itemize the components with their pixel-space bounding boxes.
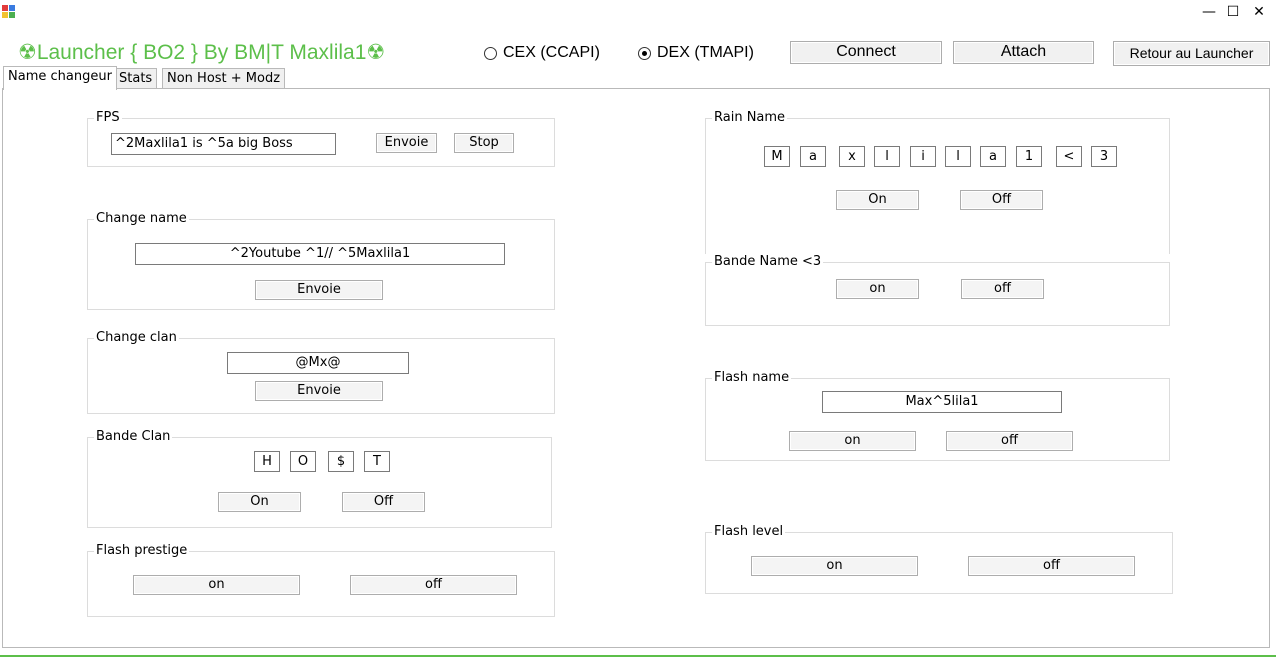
flash-prestige-on-button[interactable]: on (133, 575, 300, 595)
change-name-input[interactable]: ^2Youtube ^1// ^5Maxlila1 (135, 243, 505, 265)
flash-level-on-button[interactable]: on (751, 556, 918, 576)
bande-name-on-button[interactable]: on (836, 279, 919, 299)
app-title: ☢Launcher { BO2 } By BM|T Maxlila1☢ (18, 41, 386, 64)
flash-name-off-button[interactable]: off (946, 431, 1073, 451)
flash-level-title: Flash level (712, 524, 786, 539)
change-name-title: Change name (94, 211, 189, 226)
close-icon[interactable]: ✕ (1250, 4, 1268, 20)
flash-prestige-off-button[interactable]: off (350, 575, 517, 595)
app-icon (2, 5, 16, 19)
bande-clan-off-button[interactable]: Off (342, 492, 425, 512)
flash-name-input[interactable]: Max^5lila1 (822, 391, 1062, 413)
bande-name-group (705, 262, 1170, 326)
tab-stats[interactable]: Stats (114, 68, 158, 89)
rain-name-letter-7[interactable]: a (980, 146, 1006, 167)
radio-cex[interactable]: CEX (CCAPI) (484, 44, 600, 62)
fps-stop-button[interactable]: Stop (454, 133, 514, 153)
bande-clan-letter-3[interactable]: $ (328, 451, 354, 472)
rain-name-group (705, 118, 1170, 254)
radio-dex-indicator[interactable] (638, 46, 651, 60)
fps-title: FPS (94, 110, 122, 125)
rain-name-letter-3[interactable]: x (839, 146, 865, 167)
change-clan-group (87, 338, 555, 414)
minimize-icon[interactable]: — (1200, 4, 1218, 20)
bande-clan-group (87, 437, 552, 528)
rain-name-on-button[interactable]: On (836, 190, 919, 210)
tab-name-changeur[interactable]: Name changeur (3, 66, 117, 90)
flash-name-on-button[interactable]: on (789, 431, 916, 451)
flash-prestige-title: Flash prestige (94, 543, 190, 558)
retour-launcher-button[interactable]: Retour au Launcher (1113, 41, 1270, 66)
rain-name-letter-6[interactable]: l (945, 146, 971, 167)
bande-clan-letter-4[interactable]: T (364, 451, 390, 472)
bande-clan-letter-2[interactable]: O (290, 451, 316, 472)
radio-dex[interactable]: DEX (TMAPI) (638, 44, 754, 62)
bande-clan-on-button[interactable]: On (218, 492, 301, 512)
rain-name-letter-5[interactable]: i (910, 146, 936, 167)
rain-name-off-button[interactable]: Off (960, 190, 1043, 210)
attach-button[interactable]: Attach (953, 41, 1094, 64)
bande-clan-title: Bande Clan (94, 429, 173, 444)
bande-clan-letter-1[interactable]: H (254, 451, 280, 472)
radio-cex-label: CEX (CCAPI) (503, 44, 600, 61)
bande-name-title: Bande Name <3 (712, 254, 824, 269)
radio-cex-indicator[interactable] (484, 46, 497, 60)
rain-name-letter-1[interactable]: M (764, 146, 790, 167)
change-clan-input[interactable]: @Mx@ (227, 352, 409, 374)
rain-name-letter-10[interactable]: 3 (1091, 146, 1117, 167)
rain-name-title: Rain Name (712, 110, 788, 125)
change-name-send-button[interactable]: Envoie (255, 280, 383, 300)
rain-name-letter-8[interactable]: 1 (1016, 146, 1042, 167)
change-clan-send-button[interactable]: Envoie (255, 381, 383, 401)
bande-name-off-button[interactable]: off (961, 279, 1044, 299)
fps-send-button[interactable]: Envoie (376, 133, 437, 153)
rain-name-letter-4[interactable]: l (874, 146, 900, 167)
fps-text-input[interactable]: ^2Maxlila1 is ^5a big Boss (111, 133, 336, 155)
flash-level-off-button[interactable]: off (968, 556, 1135, 576)
rain-name-letter-2[interactable]: a (800, 146, 826, 167)
maximize-icon[interactable]: ☐ (1224, 4, 1242, 20)
tab-non-host-modz[interactable]: Non Host + Modz (162, 68, 286, 89)
change-clan-title: Change clan (94, 330, 179, 345)
radio-dex-label: DEX (TMAPI) (657, 44, 754, 61)
rain-name-letter-9[interactable]: < (1056, 146, 1082, 167)
connect-button[interactable]: Connect (790, 41, 942, 64)
flash-name-title: Flash name (712, 370, 792, 385)
